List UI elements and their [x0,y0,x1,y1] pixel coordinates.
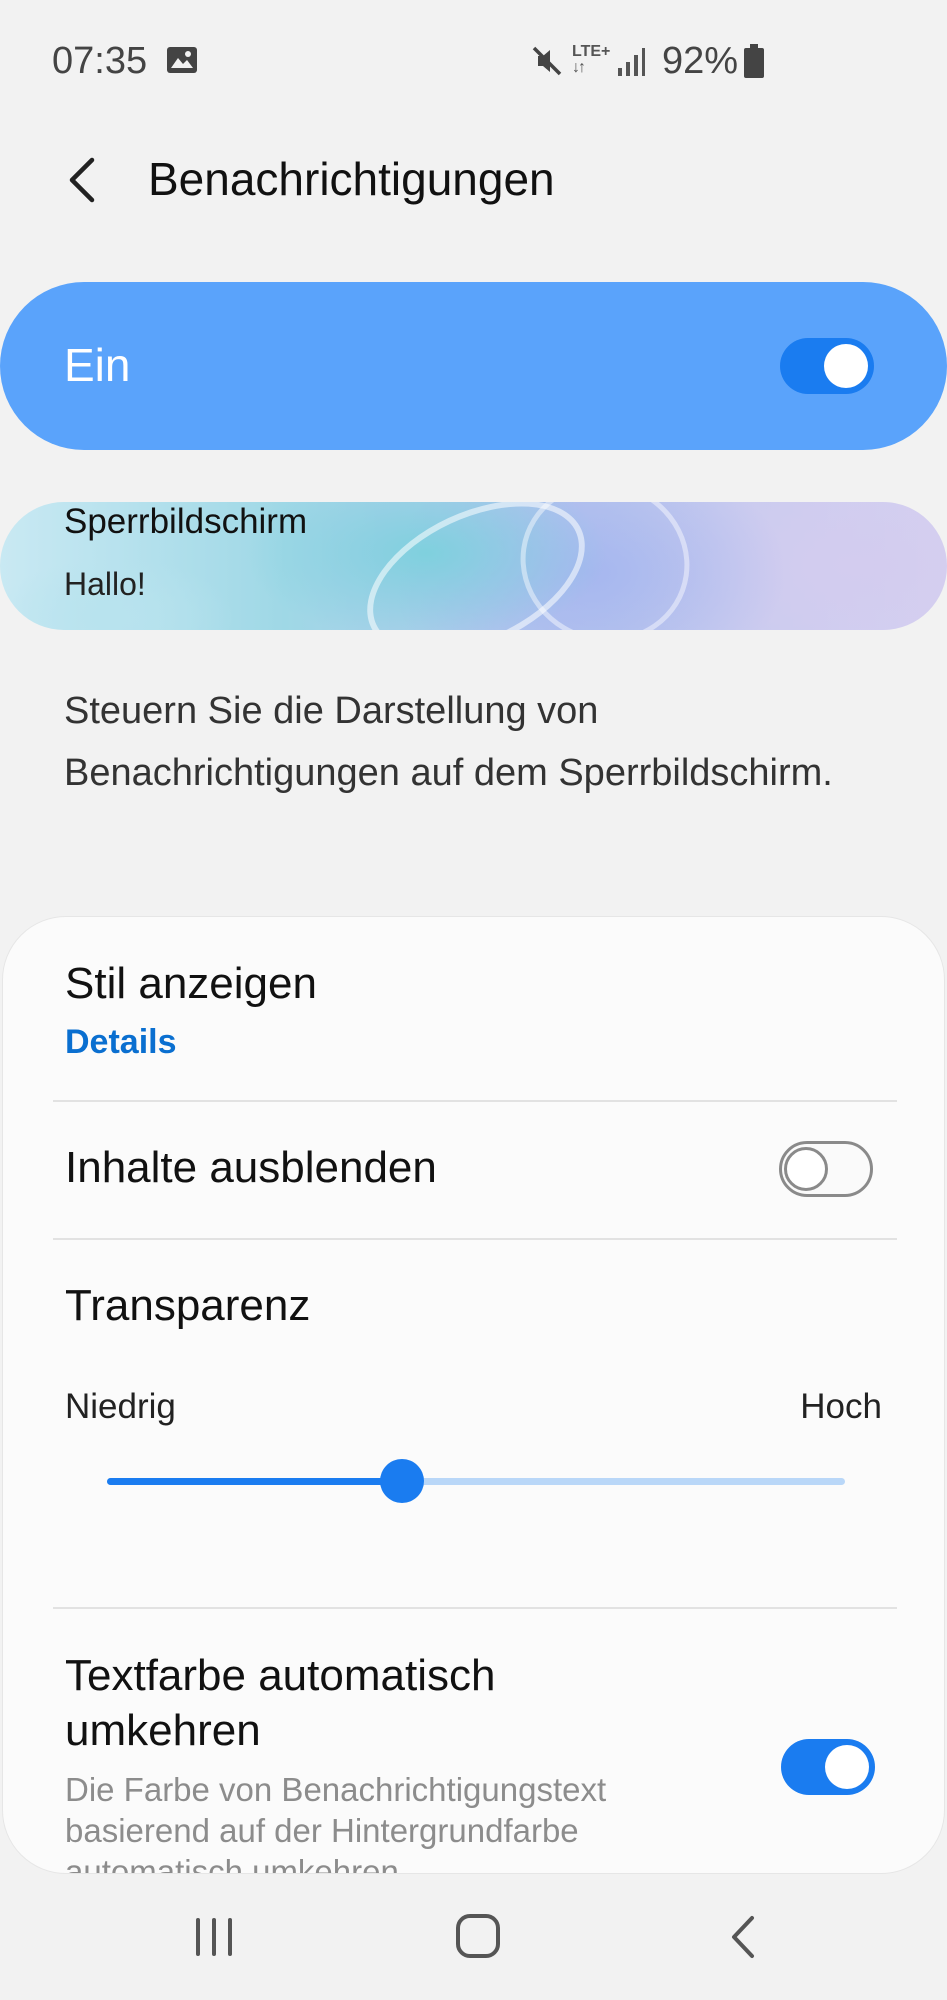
home-icon[interactable] [448,1912,508,1962]
recent-apps-icon[interactable] [184,1912,244,1962]
invert-text-title-line2: umkehren [65,1706,261,1755]
divider [53,1238,897,1240]
network-type: LTE+ [572,43,611,60]
divider [53,1100,897,1102]
lock-screen-preview: Sperrbildschirm Hallo! [0,502,947,630]
preview-subtitle: Hallo! [64,566,146,602]
invert-text-description: Die Farbe von Benachrichtigungstext basi… [65,1771,607,1874]
back-arrow-icon[interactable] [56,150,112,210]
transparency-title: Transparenz [65,1281,311,1330]
status-bar: 07:35 LTE+ ↓↑ 92% [0,0,947,120]
transparency-slider[interactable] [107,1459,845,1503]
app-header: Benachrichtigungen [0,120,947,240]
master-toggle[interactable] [780,338,874,394]
signal-icon [618,48,645,76]
display-style-row[interactable] [3,917,944,1101]
invert-text-toggle[interactable] [781,1739,875,1795]
hide-content-toggle[interactable] [779,1141,873,1197]
navigation-bar [0,1874,947,2000]
invert-text-title-line1: Textfarbe automatisch [65,1651,496,1700]
toggle-knob [825,1745,869,1789]
mute-icon [532,46,562,76]
details-link[interactable]: Details [65,1023,177,1062]
slider-min-label: Niedrig [65,1387,176,1426]
lte-icon: LTE+ ↓↑ [572,43,611,76]
toggle-knob [784,1147,828,1191]
page-description: Steuern Sie die Darstellung von Benachri… [64,690,833,794]
slider-fill [107,1478,403,1485]
hide-content-title: Inhalte ausblenden [65,1143,437,1192]
image-icon [167,47,197,73]
status-time: 07:35 [52,40,148,82]
slider-thumb[interactable] [380,1459,425,1503]
master-switch-bar[interactable]: Ein [0,282,947,450]
toggle-knob [824,344,868,388]
preview-title: Sperrbildschirm [64,502,308,541]
battery-icon [744,44,764,78]
master-switch-label: Ein [64,339,131,391]
back-icon[interactable] [714,1912,774,1962]
settings-panel: Stil anzeigen Details Inhalte ausblenden… [2,916,945,1874]
page-title: Benachrichtigungen [148,153,555,205]
slider-max-label: Hoch [800,1387,882,1426]
display-style-title: Stil anzeigen [65,959,317,1008]
battery-percentage: 92% [662,40,739,82]
